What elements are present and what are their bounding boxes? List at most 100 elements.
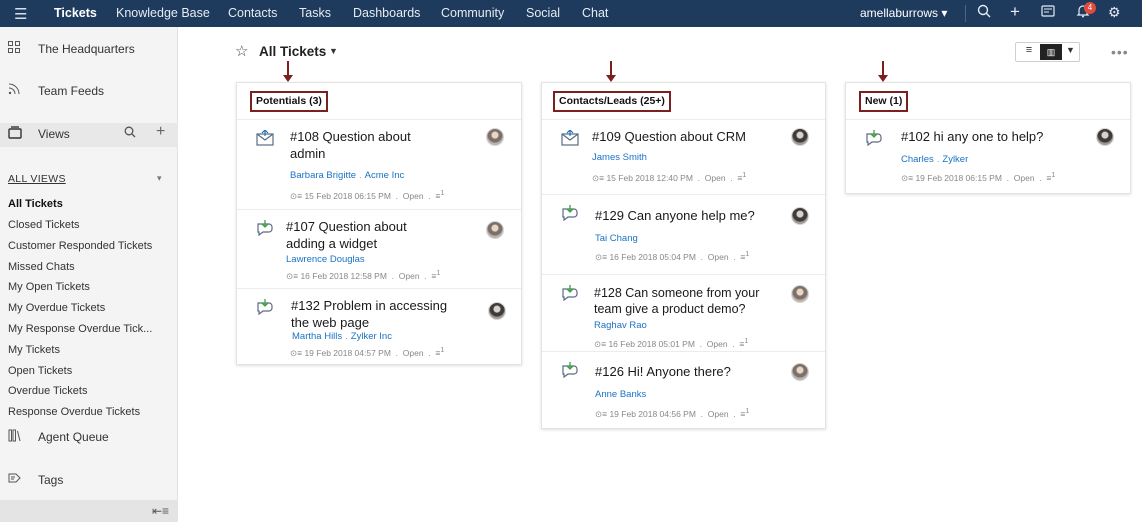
sidebar-item-agent-queue[interactable]: Agent Queue: [0, 427, 178, 449]
account-name[interactable]: Zylker: [942, 154, 968, 165]
view-item-open-tickets[interactable]: Open Tickets: [8, 365, 72, 377]
ticket-status[interactable]: Open: [399, 271, 420, 281]
contact-name[interactable]: Martha Hills: [292, 331, 342, 342]
nav-chat[interactable]: Chat: [582, 6, 608, 20]
gear-icon[interactable]: ⚙: [1108, 4, 1121, 21]
list-view-icon[interactable]: ≡: [1019, 44, 1039, 60]
kanban-column-potentials: Potentials (3) #108 Question about admin…: [236, 61, 522, 366]
ticket-contact[interactable]: Anne Banks: [595, 389, 646, 400]
account-name[interactable]: Acme Inc: [365, 170, 405, 181]
ticket-status[interactable]: Open: [403, 348, 424, 358]
ticket-contact[interactable]: Lawrence Douglas: [286, 254, 365, 265]
ticket-title[interactable]: #129 Can anyone help me?: [595, 207, 785, 224]
view-item-overdue-tickets[interactable]: Overdue Tickets: [8, 385, 87, 397]
contact-name[interactable]: Anne Banks: [595, 389, 646, 400]
ticket-status[interactable]: Open: [705, 173, 726, 183]
chevron-down-icon[interactable]: ▼: [1066, 45, 1075, 55]
user-menu[interactable]: amellaburrows ▾: [860, 6, 947, 20]
sidebar-item-headquarters[interactable]: The Headquarters: [0, 39, 178, 61]
ticket-card[interactable]: #128 Can someone from your team give a p…: [542, 275, 825, 352]
column-header: New (1): [846, 83, 1130, 120]
chat-channel-icon: [562, 205, 578, 221]
kanban-view-icon[interactable]: ▥: [1040, 44, 1062, 60]
avatar: [486, 128, 504, 146]
view-item-my-tickets[interactable]: My Tickets: [8, 344, 60, 356]
add-icon[interactable]: +: [1010, 2, 1020, 22]
ticket-card[interactable]: #108 Question about admin Barbara Brigit…: [237, 120, 521, 210]
ticket-card[interactable]: #129 Can anyone help me? Tai Chang ⊙≡ 16…: [542, 195, 825, 275]
contact-name[interactable]: James Smith: [592, 152, 647, 163]
search-views-icon[interactable]: [124, 126, 136, 141]
ticket-title[interactable]: #132 Problem in accessing the web page: [291, 297, 461, 331]
annotation-arrow: [606, 61, 616, 82]
ticket-status[interactable]: Open: [708, 409, 729, 419]
sidebar-item-tags[interactable]: Tags: [0, 470, 178, 492]
view-item-my-response-overdue[interactable]: My Response Overdue Tick...: [8, 323, 152, 335]
ticket-title[interactable]: #102 hi any one to help?: [901, 128, 1081, 145]
column-title: Potentials (3): [250, 91, 328, 112]
ticket-card[interactable]: #109 Question about CRM James Smith ⊙≡ 1…: [542, 120, 825, 195]
view-item-my-open-tickets[interactable]: My Open Tickets: [8, 281, 90, 293]
chevron-down-icon[interactable]: ▼: [329, 46, 338, 56]
ticket-title[interactable]: #109 Question about CRM: [592, 128, 792, 145]
chat-channel-icon: [257, 299, 273, 315]
contact-name[interactable]: Tai Chang: [595, 233, 638, 244]
ticket-status[interactable]: Open: [403, 191, 424, 201]
ticket-card[interactable]: #102 hi any one to help? Charles. Zylker …: [846, 120, 1130, 195]
ticket-contact[interactable]: Martha Hills. Zylker Inc: [292, 331, 392, 342]
ticket-title[interactable]: #107 Question about adding a widget: [286, 218, 426, 252]
nav-dashboards[interactable]: Dashboards: [353, 6, 420, 20]
all-views-heading[interactable]: ALL VIEWS: [8, 173, 66, 185]
ticket-contact[interactable]: Charles. Zylker: [901, 154, 968, 165]
ticket-status[interactable]: Open: [1014, 173, 1035, 183]
nav-community[interactable]: Community: [441, 6, 504, 20]
ticket-status[interactable]: Open: [708, 252, 729, 262]
ticket-date: 16 Feb 2018 05:01 PM: [608, 338, 695, 349]
ticket-card[interactable]: #132 Problem in accessing the web page M…: [237, 289, 521, 366]
nav-knowledge-base[interactable]: Knowledge Base: [116, 6, 210, 20]
sidebar-item-views[interactable]: Views +: [0, 123, 178, 147]
ticket-contact[interactable]: Tai Chang: [595, 233, 638, 244]
contact-name[interactable]: Barbara Brigitte: [290, 170, 356, 181]
compose-icon[interactable]: [1041, 4, 1057, 21]
chevron-down-icon[interactable]: ▾: [157, 173, 162, 184]
ticket-status[interactable]: Open: [707, 339, 728, 349]
add-view-icon[interactable]: +: [156, 123, 165, 141]
ticket-title[interactable]: #108 Question about admin: [290, 128, 430, 162]
nav-social[interactable]: Social: [526, 6, 560, 20]
view-item-missed-chats[interactable]: Missed Chats: [8, 261, 75, 273]
view-item-customer-responded[interactable]: Customer Responded Tickets: [8, 240, 152, 252]
sidebar-item-team-feeds[interactable]: Team Feeds: [0, 81, 178, 103]
ticket-contact[interactable]: James Smith: [592, 152, 647, 163]
search-icon[interactable]: [977, 4, 991, 21]
nav-tickets[interactable]: Tickets: [54, 6, 97, 20]
nav-contacts[interactable]: Contacts: [228, 6, 277, 20]
chat-channel-icon: [866, 130, 882, 146]
more-options-icon[interactable]: •••: [1111, 44, 1129, 60]
ticket-card[interactable]: #107 Question about adding a widget Lawr…: [237, 210, 521, 289]
view-item-response-overdue[interactable]: Response Overdue Tickets: [8, 406, 140, 418]
chat-channel-icon: [257, 220, 273, 236]
column-header: Contacts/Leads (25+): [542, 83, 825, 120]
ticket-card[interactable]: #126 Hi! Anyone there? Anne Banks ⊙≡ 19 …: [542, 352, 825, 430]
annotation-arrow: [878, 61, 888, 82]
view-item-all-tickets[interactable]: All Tickets: [8, 198, 63, 210]
star-icon[interactable]: ☆: [235, 42, 248, 60]
avatar: [791, 207, 809, 225]
nav-tasks[interactable]: Tasks: [299, 6, 331, 20]
contact-name[interactable]: Raghav Rao: [594, 320, 647, 331]
ticket-title[interactable]: #128 Can someone from your team give a p…: [594, 285, 769, 317]
contact-name[interactable]: Lawrence Douglas: [286, 254, 365, 265]
page-title[interactable]: All Tickets: [259, 44, 326, 59]
avatar: [791, 363, 809, 381]
menu-icon[interactable]: ☰: [14, 5, 27, 23]
view-item-my-overdue-tickets[interactable]: My Overdue Tickets: [8, 302, 105, 314]
collapse-sidebar-icon[interactable]: ⇤≡: [152, 504, 169, 518]
views-icon: [8, 126, 22, 142]
account-name[interactable]: Zylker Inc: [351, 331, 392, 342]
contact-name[interactable]: Charles: [901, 154, 934, 165]
ticket-contact[interactable]: Raghav Rao: [594, 320, 647, 331]
view-item-closed-tickets[interactable]: Closed Tickets: [8, 219, 80, 231]
ticket-title[interactable]: #126 Hi! Anyone there?: [595, 363, 775, 380]
ticket-contact[interactable]: Barbara Brigitte. Acme Inc: [290, 170, 404, 181]
